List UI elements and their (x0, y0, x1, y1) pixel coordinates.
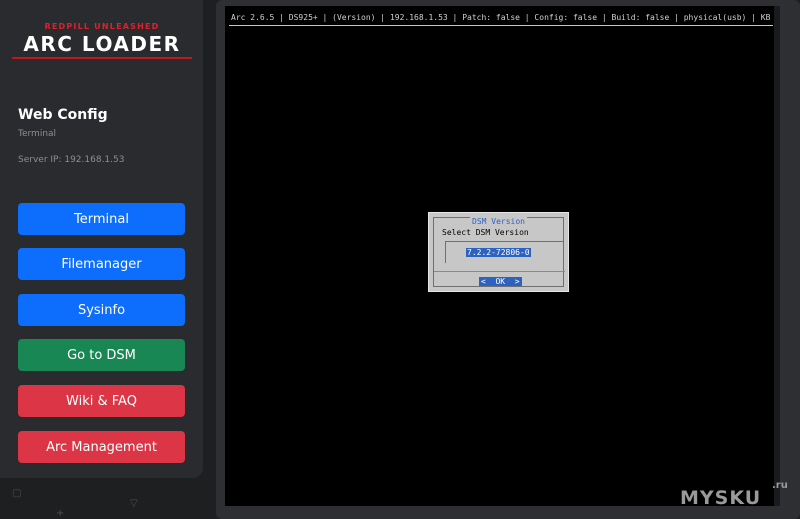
dialog-border: DSM Version Select DSM Version 7.2.2-728… (433, 217, 565, 287)
logo-underline (12, 57, 192, 59)
watermark-suffix: .ru (772, 480, 788, 491)
terminal-status-line: Arc 2.6.5 | DS925+ | (Version) | 192.168… (231, 13, 771, 22)
wiki-faq-button[interactable]: Wiki & FAQ (18, 385, 185, 417)
sidebar: REDPILL UNLEASHED ARC LOADER Web Config … (0, 0, 203, 478)
page-title: Web Config (18, 107, 108, 123)
dialog-title: DSM Version (470, 217, 527, 226)
plus-icon: + (56, 508, 65, 519)
dsm-version-list[interactable]: 7.2.2-72806-0 (445, 241, 563, 263)
status-divider (229, 25, 773, 26)
page-subtitle: Terminal (18, 129, 57, 139)
ok-button[interactable]: < OK > (479, 277, 522, 286)
filemanager-button[interactable]: Filemanager (18, 248, 185, 280)
square-icon: ▢ (12, 488, 22, 499)
dsm-version-dialog: DSM Version Select DSM Version 7.2.2-728… (428, 212, 569, 292)
arc-loader-logo: REDPILL UNLEASHED ARC LOADER (12, 22, 192, 62)
server-ip: Server IP: 192.168.1.53 (18, 155, 125, 165)
dialog-divider (434, 271, 565, 272)
terminal-button[interactable]: Terminal (18, 203, 185, 235)
logo-tagline: REDPILL UNLEASHED (44, 22, 160, 31)
go-to-dsm-button[interactable]: Go to DSM (18, 339, 185, 371)
watermark: MYSKU (680, 487, 762, 509)
dsm-version-option[interactable]: 7.2.2-72806-0 (466, 248, 531, 257)
caret-down-icon: ▽ (130, 498, 138, 509)
arc-management-button[interactable]: Arc Management (18, 431, 185, 463)
terminal-scrollbar[interactable] (774, 6, 780, 506)
logo-wordmark: ARC LOADER (23, 32, 181, 56)
sysinfo-button[interactable]: Sysinfo (18, 294, 185, 326)
dialog-label: Select DSM Version (442, 228, 529, 237)
